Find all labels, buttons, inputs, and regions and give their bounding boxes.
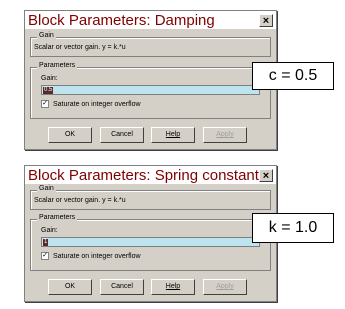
spring-constant-callout: k = 1.0 (252, 213, 334, 243)
gain-value: 1 (43, 239, 49, 246)
gain-label: Gain: (41, 75, 58, 82)
saturate-checkbox[interactable]: ✓ (41, 100, 49, 108)
help-button-label: Help (165, 283, 181, 290)
ok-button[interactable]: OK (48, 279, 92, 295)
parameters-label: Parameters (37, 214, 78, 221)
block-type-label: Gain (37, 185, 56, 192)
gain-input[interactable]: 0.5 (41, 85, 260, 95)
block-description-group: Gain Scalar or vector gain. y = k.*u (30, 32, 271, 57)
damping-dialog: Block Parameters: Damping × Gain Scalar … (24, 10, 277, 150)
saturate-label: Saturate on integer overflow (53, 253, 141, 260)
close-icon[interactable]: × (259, 168, 273, 182)
help-button[interactable]: Help (151, 127, 195, 143)
gain-input[interactable]: 1 (41, 237, 260, 247)
dialog-title: Block Parameters: Damping (28, 11, 215, 29)
saturate-label: Saturate on integer overflow (53, 101, 141, 108)
apply-button-label: Apply (216, 131, 234, 138)
dialog-titlebar[interactable]: Block Parameters: Spring constant × (25, 166, 276, 184)
block-description-group: Gain Scalar or vector gain. y = k.*u (30, 185, 271, 210)
gain-label: Gain: (41, 227, 58, 234)
saturate-checkbox[interactable]: ✓ (41, 252, 49, 260)
cancel-button[interactable]: Cancel (100, 127, 144, 143)
apply-button[interactable]: Apply (203, 279, 247, 295)
parameters-group: Parameters Gain: 1 ✓ Saturate on integer… (30, 214, 271, 271)
close-icon[interactable]: × (259, 13, 273, 27)
gain-value: 0.5 (43, 87, 54, 94)
dialog-titlebar[interactable]: Block Parameters: Damping × (25, 11, 276, 29)
apply-button-label: Apply (216, 283, 234, 290)
damping-callout: c = 0.5 (252, 62, 334, 90)
spring-constant-dialog: Block Parameters: Spring constant × Gain… (24, 165, 277, 302)
parameters-group: Parameters Gain: 0.5 ✓ Saturate on integ… (30, 62, 271, 119)
ok-button[interactable]: OK (48, 127, 92, 143)
help-button[interactable]: Help (151, 279, 195, 295)
block-type-label: Gain (37, 32, 56, 39)
apply-button[interactable]: Apply (203, 127, 247, 143)
dialog-title: Block Parameters: Spring constant (28, 166, 259, 184)
block-description: Scalar or vector gain. y = k.*u (34, 44, 126, 51)
help-button-label: Help (165, 131, 181, 138)
block-description: Scalar or vector gain. y = k.*u (34, 197, 126, 204)
parameters-label: Parameters (37, 62, 78, 69)
cancel-button[interactable]: Cancel (100, 279, 144, 295)
